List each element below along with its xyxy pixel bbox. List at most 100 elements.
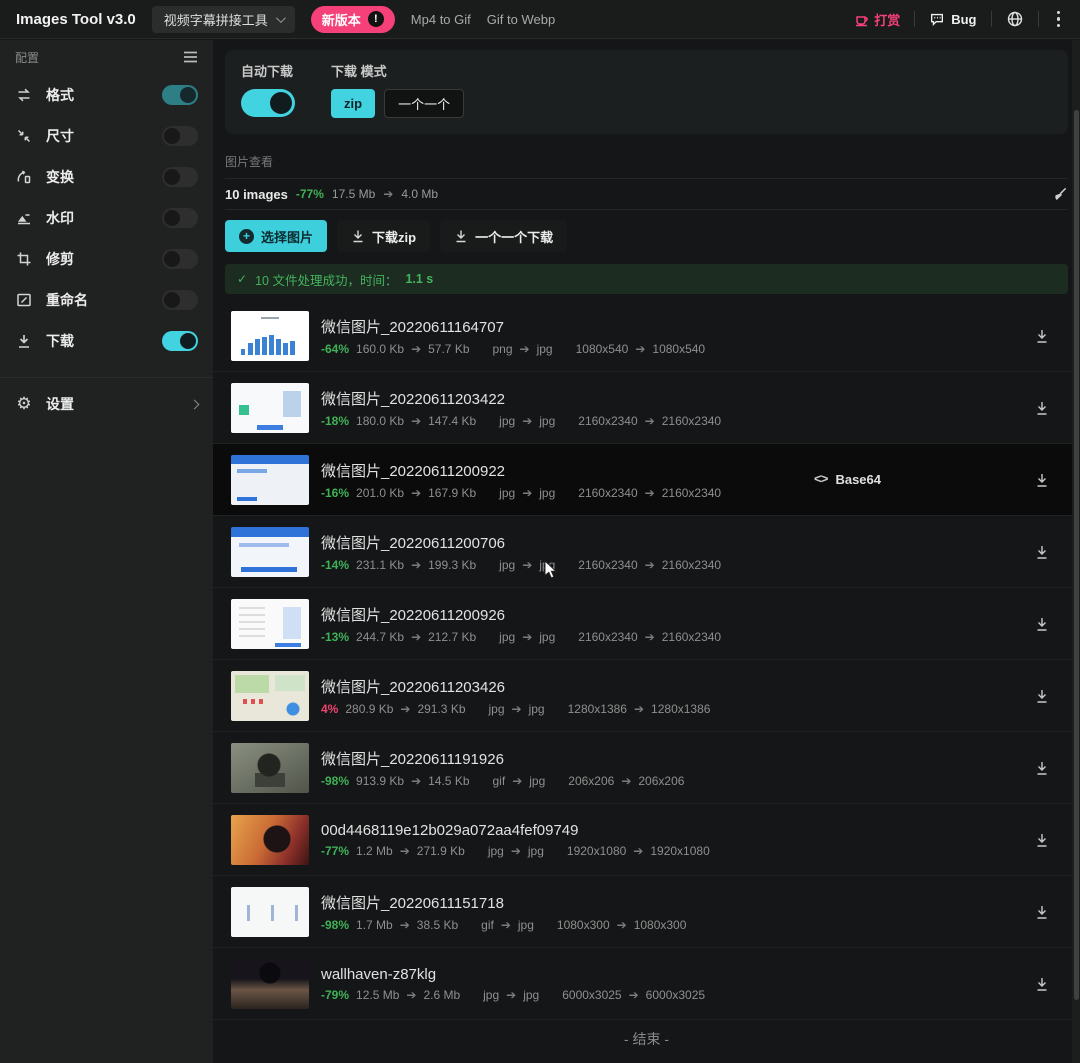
toggle[interactable] — [162, 290, 198, 310]
file-format-before: jpg — [488, 844, 504, 858]
file-pct: -14% — [321, 558, 349, 572]
file-thumbnail[interactable] — [231, 527, 309, 577]
tool-dropdown-label: 视频字幕拼接工具 — [164, 10, 268, 29]
file-dim-before: 1920x1080 — [567, 844, 626, 858]
file-thumbnail[interactable] — [231, 815, 309, 865]
file-format-after: jpg — [537, 342, 553, 356]
download-file-icon[interactable] — [1034, 400, 1050, 416]
download-file-icon[interactable] — [1034, 616, 1050, 632]
file-thumbnail[interactable] — [231, 671, 309, 721]
base64-button[interactable]: <> Base64 — [814, 472, 881, 487]
arrow-icon: ➔ — [411, 558, 421, 572]
mode-one-by-one-button[interactable]: 一个一个 — [384, 89, 464, 118]
file-thumbnail[interactable] — [231, 455, 309, 505]
sidebar-item[interactable]: 变换 — [0, 156, 213, 197]
arrow-icon: ➔ — [635, 342, 645, 356]
sidebar-item[interactable]: 尺寸 — [0, 115, 213, 156]
toggle[interactable] — [162, 208, 198, 228]
download-file-icon[interactable] — [1034, 760, 1050, 776]
file-row[interactable]: 00d4468119e12b029a072aa4fef09749 -77% 1.… — [213, 804, 1080, 876]
download-file-icon[interactable] — [1034, 688, 1050, 704]
sidebar-item[interactable]: 下载 — [0, 320, 213, 361]
nav-gif-to-webp[interactable]: Gif to Webp — [487, 12, 555, 27]
arrow-icon: ➔ — [411, 630, 421, 644]
new-version-button[interactable]: 新版本 ! — [311, 6, 395, 33]
file-pct: -98% — [321, 774, 349, 788]
file-row[interactable]: 微信图片_20220611164707 -64% 160.0 Kb ➔ 57.7… — [213, 300, 1080, 372]
download-file-icon[interactable] — [1034, 976, 1050, 992]
file-size-before: 160.0 Kb — [356, 342, 404, 356]
menu-collapse-icon[interactable] — [183, 51, 198, 63]
tool-dropdown[interactable]: 视频字幕拼接工具 — [152, 6, 295, 33]
donate-button[interactable]: 打赏 — [854, 10, 900, 29]
file-stats: 4% 280.9 Kb ➔ 291.3 Kb jpg ➔ jpg 1280x13… — [321, 702, 710, 716]
file-row[interactable]: 微信图片_20220611203426 4% 280.9 Kb ➔ 291.3 … — [213, 660, 1080, 732]
file-pct: -16% — [321, 486, 349, 500]
download-file-icon[interactable] — [1034, 904, 1050, 920]
mode-zip-button[interactable]: zip — [331, 89, 375, 118]
file-row[interactable]: 微信图片_20220611200922 -16% 201.0 Kb ➔ 167.… — [213, 444, 1080, 516]
auto-download-toggle[interactable] — [241, 89, 295, 117]
select-images-button[interactable]: + 选择图片 — [225, 220, 327, 252]
file-row[interactable]: 微信图片_20220611151718 -98% 1.7 Mb ➔ 38.5 K… — [213, 876, 1080, 948]
file-row[interactable]: 微信图片_20220611191926 -98% 913.9 Kb ➔ 14.5… — [213, 732, 1080, 804]
download-file-icon[interactable] — [1034, 832, 1050, 848]
file-thumbnail[interactable] — [231, 887, 309, 937]
toggle[interactable] — [162, 331, 198, 351]
scrollbar-thumb[interactable] — [1074, 110, 1079, 1000]
file-format-before: png — [493, 342, 513, 356]
file-row[interactable]: wallhaven-z87klg -79% 12.5 Mb ➔ 2.6 Mb j… — [213, 948, 1080, 1020]
toggle[interactable] — [162, 85, 198, 105]
file-stats: -77% 1.2 Mb ➔ 271.9 Kb jpg ➔ jpg 1920x10… — [321, 844, 710, 858]
globe-icon[interactable] — [1006, 10, 1024, 28]
download-one-by-one-button[interactable]: 一个一个下载 — [440, 220, 567, 252]
sidebar-item[interactable]: 重命名 — [0, 279, 213, 320]
file-thumbnail[interactable] — [231, 383, 309, 433]
file-thumbnail[interactable] — [231, 743, 309, 793]
file-list: 微信图片_20220611164707 -64% 160.0 Kb ➔ 57.7… — [213, 300, 1080, 1020]
bug-button[interactable]: Bug — [929, 11, 976, 27]
download-file-icon[interactable] — [1034, 328, 1050, 344]
arrow-icon: ➔ — [522, 630, 532, 644]
file-stats: -18% 180.0 Kb ➔ 147.4 Kb jpg ➔ jpg 2160x… — [321, 414, 721, 428]
image-count: 10 images — [225, 187, 288, 202]
toggle[interactable] — [162, 126, 198, 146]
toggle[interactable] — [162, 167, 198, 187]
transform-icon — [15, 168, 33, 186]
sidebar-item-settings[interactable]: ⚙ 设置 — [0, 382, 213, 426]
success-banner: ✓ 10 文件处理成功，时间： 1.1 s — [225, 264, 1068, 294]
nav-mp4-to-gif[interactable]: Mp4 to Gif — [411, 12, 471, 27]
file-dim-after: 206x206 — [638, 774, 684, 788]
sidebar-item[interactable]: 水印 — [0, 197, 213, 238]
file-dim-after: 1280x1386 — [651, 702, 710, 716]
file-format-before: gif — [481, 918, 494, 932]
download-file-icon[interactable] — [1034, 472, 1050, 488]
download-file-icon[interactable] — [1034, 544, 1050, 560]
file-format-before: jpg — [499, 558, 515, 572]
sidebar-item[interactable]: 修剪 — [0, 238, 213, 279]
select-images-label: 选择图片 — [261, 227, 313, 246]
clear-all-icon[interactable] — [1051, 186, 1068, 203]
file-row[interactable]: 微信图片_20220611203422 -18% 180.0 Kb ➔ 147.… — [213, 372, 1080, 444]
file-format-after: jpg — [539, 486, 555, 500]
file-row[interactable]: 微信图片_20220611200706 -14% 231.1 Kb ➔ 199.… — [213, 516, 1080, 588]
file-format-after: jpg — [539, 630, 555, 644]
arrow-icon: ➔ — [633, 844, 643, 858]
file-size-before: 180.0 Kb — [356, 414, 404, 428]
file-name: 微信图片_20220611203426 — [321, 676, 710, 697]
download-zip-button[interactable]: 下载zip — [337, 220, 430, 252]
arrow-icon: ➔ — [512, 774, 522, 788]
file-name: 00d4468119e12b029a072aa4fef09749 — [321, 822, 710, 839]
file-row[interactable]: 微信图片_20220611200926 -13% 244.7 Kb ➔ 212.… — [213, 588, 1080, 660]
sidebar-item[interactable]: 格式 — [0, 74, 213, 115]
summary-stats-row: 10 images -77% 17.5 Mb ➔ 4.0 Mb — [225, 179, 1068, 210]
file-thumbnail[interactable] — [231, 599, 309, 649]
file-thumbnail[interactable] — [231, 311, 309, 361]
arrow-icon: ➔ — [411, 342, 421, 356]
toggle[interactable] — [162, 249, 198, 269]
arrow-icon: ➔ — [621, 774, 631, 788]
file-size-before: 12.5 Mb — [356, 988, 399, 1002]
file-thumbnail[interactable] — [231, 959, 309, 1009]
file-size-before: 913.9 Kb — [356, 774, 404, 788]
more-menu-button[interactable] — [1053, 7, 1065, 32]
